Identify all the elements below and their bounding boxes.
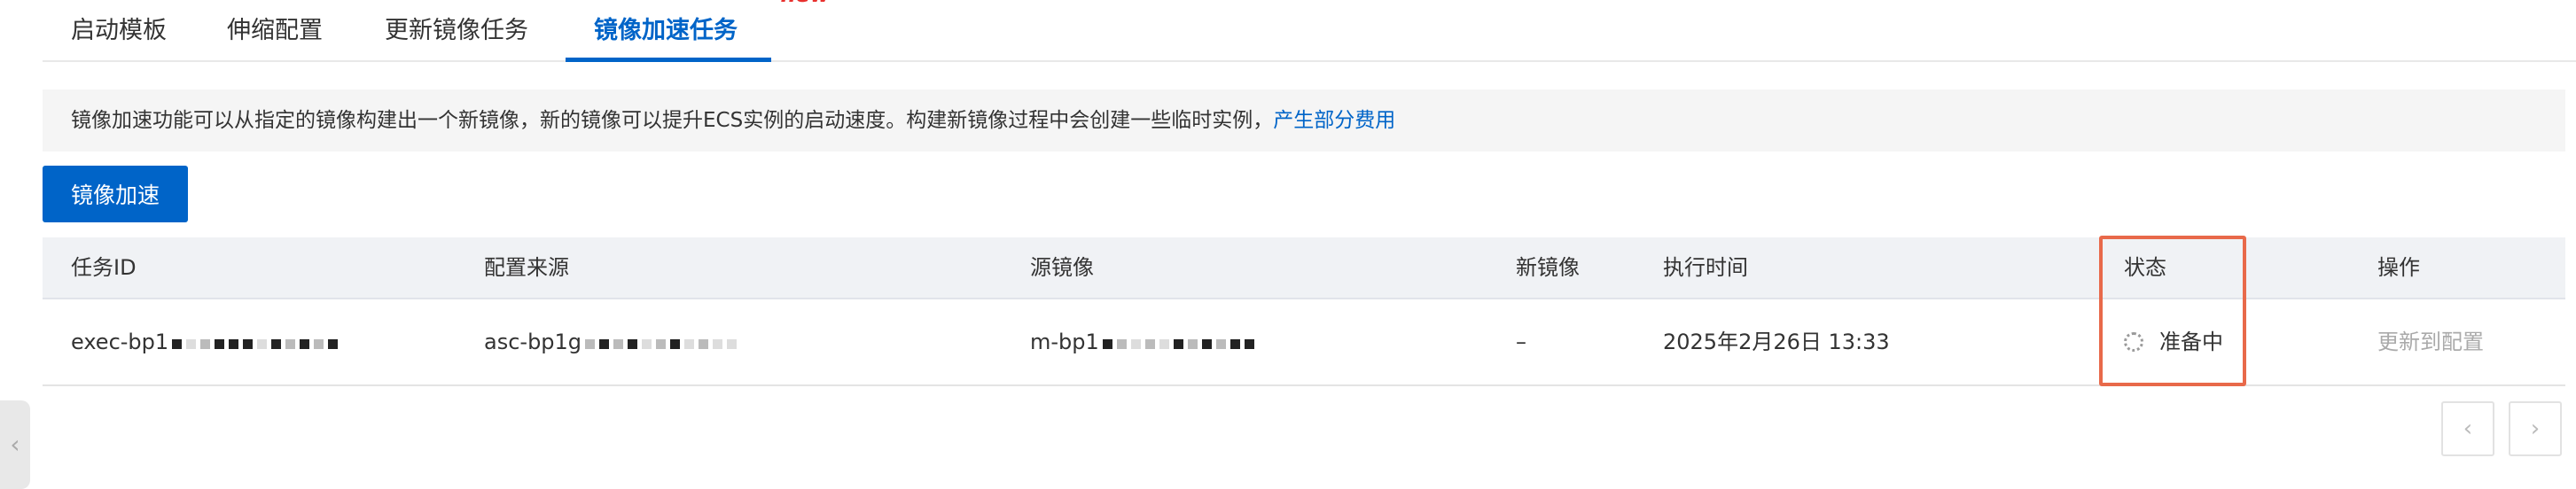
image-accelerate-button[interactable]: 镜像加速 (43, 166, 188, 222)
tab-bar: 启动模板 伸缩配置 更新镜像任务 镜像加速任务 new (43, 0, 2576, 62)
highlight-box (2099, 236, 2246, 386)
tab-update-image-task[interactable]: 更新镜像任务 (385, 0, 528, 60)
prev-page-button[interactable]: ‹ (2441, 401, 2494, 456)
side-collapse-handle[interactable]: ‹ (0, 400, 30, 489)
chevron-left-icon: ‹ (10, 430, 20, 459)
col-operation: 操作 (2377, 255, 2420, 280)
col-exec-time: 执行时间 (1663, 255, 1748, 280)
config-source-cell: asc-bp1g (484, 299, 741, 385)
next-page-button[interactable]: › (2509, 401, 2562, 456)
tab-label: 镜像加速任务 (594, 17, 738, 44)
info-notice: 镜像加速功能可以从指定的镜像构建出一个新镜像，新的镜像可以提升ECS实例的启动速… (43, 89, 2565, 151)
tab-scaling-config[interactable]: 伸缩配置 (227, 0, 323, 60)
task-id-cell: exec-bp1 (71, 299, 342, 385)
source-image-cell: m-bp1 (1030, 299, 1259, 385)
chevron-left-icon: ‹ (2463, 415, 2473, 442)
chevron-right-icon: › (2530, 415, 2541, 442)
redacted-mask (1102, 300, 1259, 385)
config-source-value: asc-bp1g (484, 330, 582, 354)
col-new-image: 新镜像 (1516, 255, 1580, 280)
update-to-config-link[interactable]: 更新到配置 (2377, 299, 2484, 384)
task-id-value: exec-bp1 (71, 330, 169, 354)
redacted-mask (585, 300, 741, 385)
cost-link[interactable]: 产生部分费用 (1273, 109, 1395, 132)
source-image-value: m-bp1 (1030, 330, 1099, 354)
tab-image-acceleration-task[interactable]: 镜像加速任务 new (566, 0, 830, 62)
redacted-mask (172, 300, 342, 385)
col-config-source: 配置来源 (484, 255, 569, 280)
col-task-id: 任务ID (71, 255, 137, 280)
new-image-value: – (1516, 330, 1526, 354)
exec-time-value: 2025年2月26日 13:33 (1663, 330, 1890, 354)
tab-launch-template[interactable]: 启动模板 (71, 0, 167, 60)
col-source-image: 源镜像 (1030, 255, 1094, 280)
notice-text: 镜像加速功能可以从指定的镜像构建出一个新镜像，新的镜像可以提升ECS实例的启动速… (71, 109, 1274, 132)
new-badge: new (780, 0, 830, 5)
